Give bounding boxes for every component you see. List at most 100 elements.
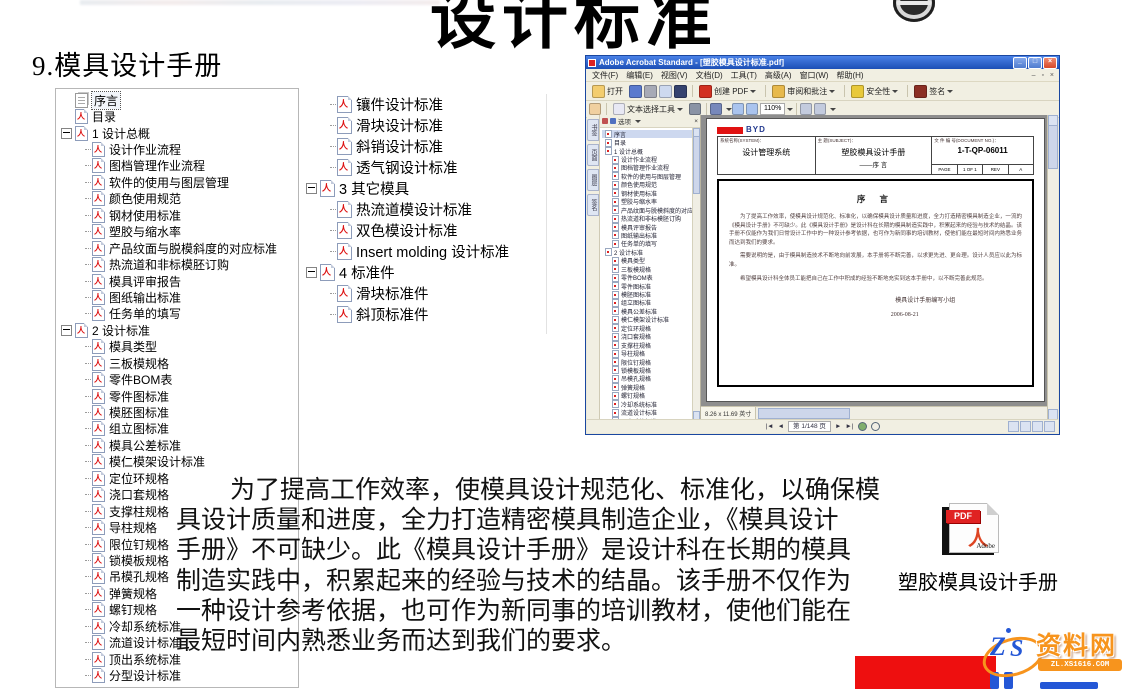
menu-item[interactable]: 高级(A): [761, 70, 796, 81]
tree-item[interactable]: 模胚图标准: [61, 404, 298, 420]
minimize-button[interactable]: _: [1013, 57, 1027, 69]
menu-item[interactable]: 视图(V): [657, 70, 692, 81]
hand-tool-icon[interactable]: [589, 103, 601, 115]
tree-item[interactable]: 产品纹面与脱模斜度的对应标准: [61, 240, 298, 256]
pdf-file-shortcut[interactable]: PDF 人 Adobe: [947, 503, 1001, 553]
facing-layout-icon[interactable]: [1032, 421, 1043, 432]
tree-item[interactable]: 热流道和非标模胚订购: [61, 256, 298, 272]
page-nav-box[interactable]: 第 1/148 页: [788, 421, 831, 432]
continuous-layout-icon[interactable]: [1020, 421, 1031, 432]
print-icon[interactable]: [644, 85, 657, 98]
tree-item[interactable]: 设计作业流程: [61, 141, 298, 157]
single-page-layout-icon[interactable]: [1008, 421, 1019, 432]
review-comment-button[interactable]: 审阅和批注: [769, 83, 838, 100]
tree-item[interactable]: 4 标准件: [304, 262, 546, 283]
tree-item[interactable]: 序言: [61, 92, 298, 108]
previous-view-dot-icon[interactable]: [858, 422, 867, 431]
tree-item[interactable]: 斜销设计标准: [304, 136, 546, 157]
email-icon[interactable]: [659, 85, 672, 98]
next-page-icon[interactable]: ►: [835, 423, 841, 430]
menu-item[interactable]: 窗口(W): [796, 70, 833, 81]
tree-item[interactable]: 3 其它模具: [304, 178, 546, 199]
tree-item[interactable]: 模具评审报告: [61, 273, 298, 289]
menu-item[interactable]: 帮助(H): [832, 70, 867, 81]
bookmarks-scrollbar[interactable]: [692, 128, 700, 420]
tree-item[interactable]: 零件BOM表: [61, 371, 298, 387]
mdi-window-controls[interactable]: ‒ ▫ ×: [1032, 72, 1059, 79]
tree-expander-icon[interactable]: [61, 128, 72, 139]
tree-item[interactable]: 镶件设计标准: [304, 94, 546, 115]
save-icon[interactable]: [629, 85, 642, 98]
tree-item[interactable]: 任务单的填写: [61, 306, 298, 322]
tree-item[interactable]: 组立图标准: [61, 421, 298, 437]
tree-item[interactable]: 模具公差标准: [61, 437, 298, 453]
menu-item[interactable]: 文档(D): [692, 70, 727, 81]
menu-item[interactable]: 编辑(E): [622, 70, 657, 81]
nav-tab-签名[interactable]: 签名: [587, 194, 599, 216]
tree-item[interactable]: Insert molding 设计标准: [304, 241, 546, 262]
acrobat-titlebar[interactable]: Adobe Acrobat Standard - [塑胶模具设计标准.pdf] …: [586, 56, 1059, 69]
menu-item[interactable]: 工具(T): [727, 70, 761, 81]
bookmark-item[interactable]: 弹簧规格: [602, 383, 700, 391]
bookmark-item[interactable]: 任务单的填写: [602, 240, 700, 248]
previous-page-icon[interactable]: ◄: [778, 423, 784, 430]
page-layout-icon[interactable]: [814, 103, 826, 115]
nav-tab-图层[interactable]: 图层: [587, 169, 599, 191]
tree-item[interactable]: 图档管理作业流程: [61, 158, 298, 174]
scroll-thumb[interactable]: [1048, 125, 1058, 169]
scroll-thumb[interactable]: [693, 136, 700, 194]
horizontal-scroll-thumb[interactable]: [758, 408, 850, 419]
tree-item[interactable]: 模具类型: [61, 339, 298, 355]
nav-tab-书签[interactable]: 书签: [587, 119, 599, 141]
tree-item[interactable]: 双色模设计标准: [304, 220, 546, 241]
sign-button[interactable]: 签名: [911, 83, 956, 100]
tree-item[interactable]: 滑块设计标准: [304, 115, 546, 136]
options-menu[interactable]: 选项: [618, 116, 631, 126]
tree-item[interactable]: 软件的使用与图层管理: [61, 174, 298, 190]
nav-tab-页面[interactable]: 页面: [587, 144, 599, 166]
preface-title: 序 言: [729, 193, 1022, 205]
next-view-icon[interactable]: [746, 103, 758, 115]
panel-close-icon[interactable]: ×: [694, 118, 698, 125]
open-button[interactable]: 打开: [589, 83, 626, 100]
tree-item[interactable]: 图纸输出标准: [61, 289, 298, 305]
tree-item[interactable]: 1 设计总概: [61, 125, 298, 141]
tree-item[interactable]: 三板模规格: [61, 355, 298, 371]
close-button[interactable]: ×: [1043, 57, 1057, 69]
tree-item[interactable]: 斜顶标准件: [304, 304, 546, 325]
create-pdf-button[interactable]: 创建 PDF: [696, 83, 759, 100]
bookmark-item[interactable]: 支撑柱规格: [602, 341, 700, 349]
menu-item[interactable]: 文件(F): [588, 70, 622, 81]
tree-item[interactable]: 颜色使用规范: [61, 191, 298, 207]
tree-item[interactable]: 透气钢设计标准: [304, 157, 546, 178]
tree-item[interactable]: 目录: [61, 108, 298, 124]
new-bookmark-icon[interactable]: [610, 118, 616, 124]
tree-item[interactable]: 钢材使用标准: [61, 207, 298, 223]
tree-item[interactable]: 塑胶与缩水率: [61, 224, 298, 240]
zoom-tool-icon[interactable]: [710, 103, 722, 115]
expand-bookmark-icon[interactable]: [602, 118, 608, 124]
vertical-scrollbar[interactable]: [1047, 115, 1058, 420]
first-page-icon[interactable]: |◄: [765, 423, 773, 430]
next-view-dot-icon[interactable]: [871, 422, 880, 431]
tree-item[interactable]: 模仁模架设计标准: [61, 454, 298, 470]
tree-item[interactable]: 2 设计标准: [61, 322, 298, 338]
bookmark-item[interactable]: 2 设计标准: [602, 248, 700, 256]
last-page-icon[interactable]: ►|: [845, 423, 853, 430]
tree-item[interactable]: 热流道模设计标准: [304, 199, 546, 220]
tree-item[interactable]: 滑块标准件: [304, 283, 546, 304]
bookmark-item[interactable]: 吊模孔规格: [602, 375, 700, 383]
zoom-level-box[interactable]: 110%: [760, 103, 785, 115]
tree-expander-icon[interactable]: [61, 325, 72, 336]
tree-expander-icon[interactable]: [306, 267, 317, 278]
tree-expander-icon[interactable]: [306, 183, 317, 194]
continuous-facing-layout-icon[interactable]: [1044, 421, 1055, 432]
secure-button[interactable]: 安全性: [848, 83, 901, 100]
maximize-button[interactable]: □: [1028, 57, 1042, 69]
tree-item[interactable]: 零件图标准: [61, 388, 298, 404]
snapshot-icon[interactable]: [689, 103, 701, 115]
rotate-view-icon[interactable]: [800, 103, 812, 115]
tree-item[interactable]: 分型设计标准: [61, 667, 298, 683]
search-icon[interactable]: [674, 85, 687, 98]
previous-view-icon[interactable]: [732, 103, 744, 115]
